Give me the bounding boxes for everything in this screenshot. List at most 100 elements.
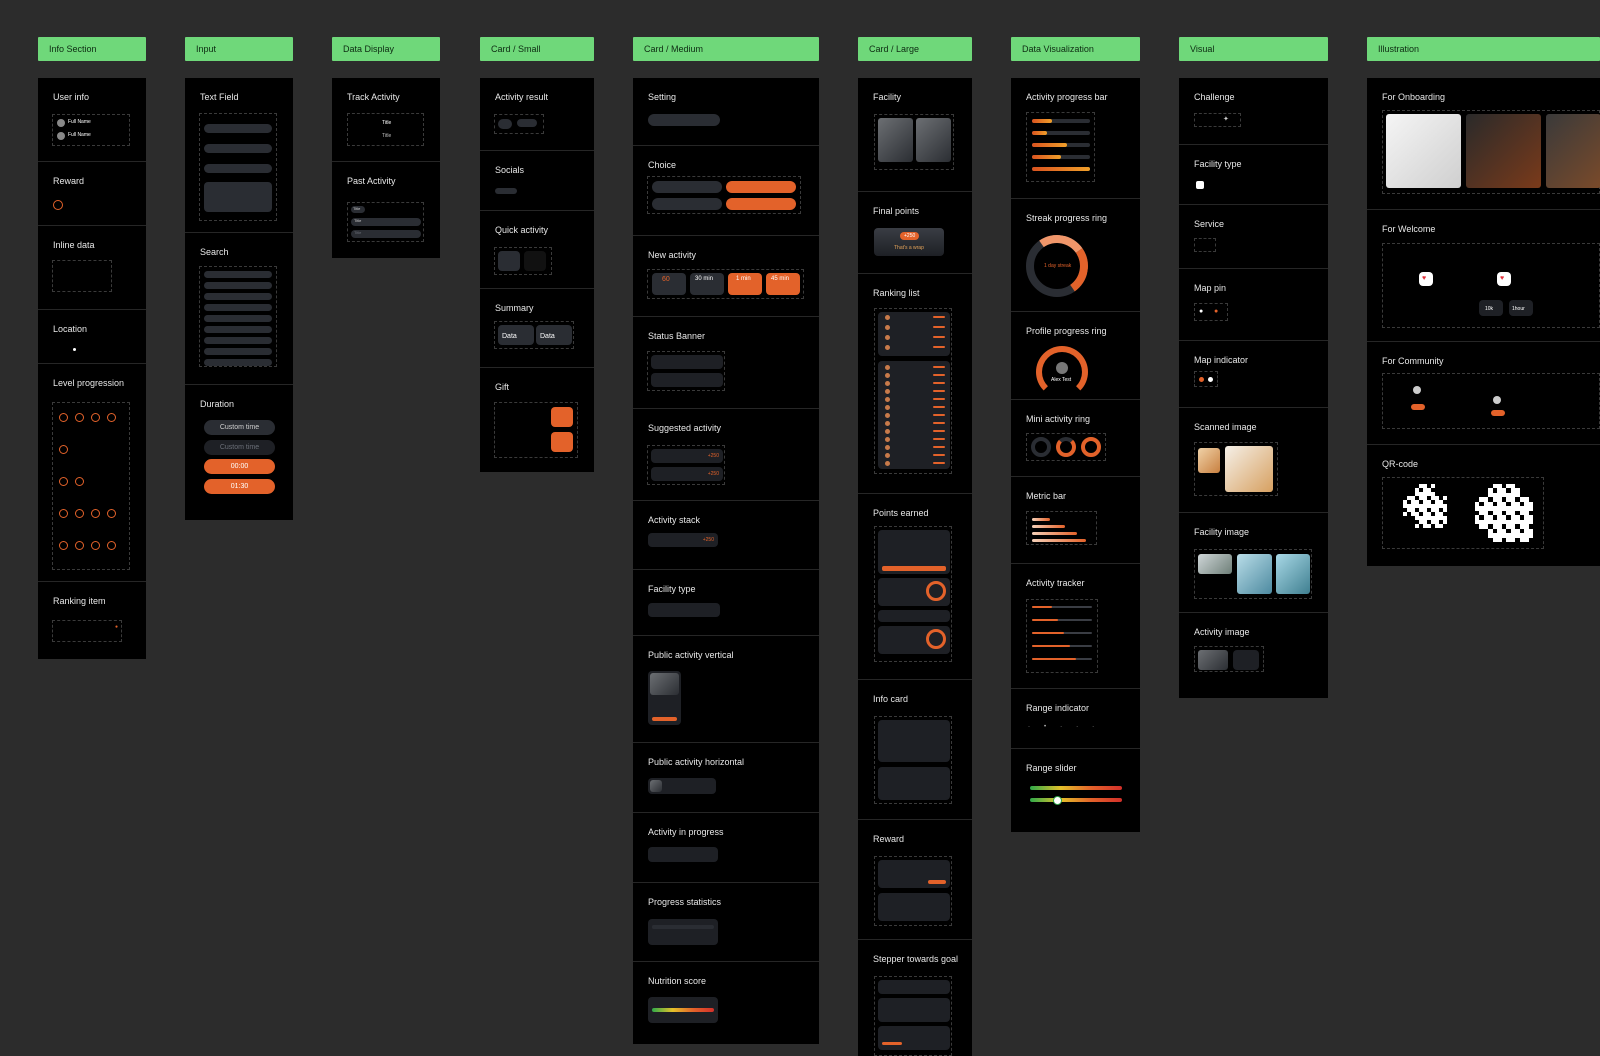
column-header-illustration[interactable]: Illustration — [1367, 37, 1600, 61]
column-header-card-medium[interactable]: Card / Medium — [633, 37, 819, 61]
time-button[interactable]: 00:00 — [204, 459, 275, 474]
gift-tile[interactable] — [551, 432, 573, 452]
facility-image-section: Facility image — [1179, 513, 1328, 613]
result-chip — [517, 119, 537, 127]
ranking-points — [933, 446, 945, 448]
orange-button[interactable] — [882, 566, 946, 571]
choice-option-selected[interactable] — [726, 198, 796, 210]
level-badge-icon — [59, 509, 68, 518]
ranking-points — [933, 374, 945, 376]
ranking-avatar — [885, 381, 890, 386]
public-vertical-card[interactable] — [648, 671, 681, 725]
qr-module — [1519, 501, 1525, 507]
search-field[interactable] — [204, 271, 272, 278]
past-activity-item[interactable]: Title — [351, 218, 421, 226]
ranking-points — [933, 454, 945, 456]
stepper-card — [878, 1026, 950, 1050]
range-slider-track[interactable] — [1030, 786, 1122, 790]
new-activity-tile[interactable]: 45 min — [766, 273, 800, 295]
facility-type-card[interactable] — [648, 603, 720, 617]
level-progression-section: Level progression — [38, 364, 146, 582]
search-field[interactable] — [204, 282, 272, 289]
quick-activity-tile[interactable] — [498, 251, 520, 271]
status-banner-section: Status Banner — [633, 317, 819, 409]
custom-time-button[interactable]: Custom time — [204, 420, 275, 435]
section-title: Progress statistics — [648, 897, 722, 907]
ranking-avatar — [885, 453, 890, 458]
range-slider-handle[interactable] — [1053, 796, 1062, 805]
ranking-points — [933, 406, 945, 408]
ranking-avatar — [885, 389, 890, 394]
text-area[interactable] — [204, 182, 272, 212]
public-horizontal-card[interactable] — [648, 778, 716, 794]
range-slider-track[interactable] — [1030, 798, 1122, 802]
range-indicator-dots: ·•··· — [1028, 724, 1109, 730]
map-indicator-dot — [1208, 377, 1213, 382]
metric-bar-frame — [1026, 511, 1097, 545]
column-header-input[interactable]: Input — [185, 37, 293, 61]
mini-ring — [1031, 437, 1051, 457]
section-title: Track Activity — [347, 92, 400, 102]
final-points-badge: +250 — [900, 232, 920, 240]
past-activity-item[interactable]: Title — [351, 230, 421, 238]
social-chip[interactable] — [495, 188, 517, 194]
column-header-card-large[interactable]: Card / Large — [858, 37, 972, 61]
search-field[interactable] — [204, 293, 272, 300]
search-field[interactable] — [204, 315, 272, 322]
gift-tile[interactable] — [551, 407, 573, 427]
choice-option[interactable] — [652, 198, 722, 210]
activity-tracker-frame — [1026, 599, 1098, 673]
past-activity-item[interactable]: Title — [351, 206, 365, 213]
section-title: Past Activity — [347, 176, 396, 186]
result-chip — [498, 119, 512, 129]
join-button[interactable] — [652, 717, 677, 721]
tile-value: 1 min — [736, 276, 751, 282]
setting-field[interactable] — [648, 114, 720, 126]
search-field[interactable] — [204, 304, 272, 311]
location-section: Location — [38, 310, 146, 364]
new-activity-tile[interactable]: 60 — [652, 273, 686, 295]
choice-option-selected[interactable] — [726, 181, 796, 193]
search-field[interactable] — [204, 359, 272, 366]
time-button[interactable]: 01:30 — [204, 479, 275, 494]
section-title: Inline data — [53, 240, 95, 250]
ranking-list-section: Ranking list — [858, 274, 972, 494]
in-progress-card[interactable] — [648, 847, 718, 862]
activity-image-frame — [1194, 646, 1264, 672]
column-header-visual[interactable]: Visual — [1179, 37, 1328, 61]
heart-card: ♥ — [1419, 272, 1433, 286]
qr-module — [1488, 537, 1493, 542]
range-slider-section: Range slider — [1011, 749, 1140, 832]
tile-value: 30 min — [695, 276, 714, 282]
community-section: For Community — [1367, 342, 1600, 445]
column-header-info-section[interactable]: Info Section — [38, 37, 146, 61]
choice-option[interactable] — [652, 181, 722, 193]
activity-photo — [650, 673, 679, 695]
suggested-card[interactable]: +250 — [651, 449, 723, 463]
text-field[interactable] — [204, 164, 272, 173]
column-header-data-visualization[interactable]: Data Visualization — [1011, 37, 1140, 61]
activity-stack-card[interactable]: +250 — [648, 533, 718, 547]
onboarding-illustration — [1386, 114, 1461, 188]
column-header-card-small[interactable]: Card / Small — [480, 37, 594, 61]
progress-statistics-section: Progress statistics — [633, 883, 819, 962]
map-pin-icon: ● — [1199, 308, 1204, 315]
qr-module — [1411, 524, 1415, 528]
search-field[interactable] — [204, 348, 272, 355]
quick-activity-tile[interactable] — [524, 251, 546, 271]
text-field[interactable] — [204, 124, 272, 133]
new-activity-tile[interactable]: 1 min — [728, 273, 762, 295]
summary-frame: Data Data — [494, 321, 574, 349]
qr-module — [1479, 501, 1484, 507]
ranking-avatar — [885, 315, 890, 320]
text-field[interactable] — [204, 144, 272, 153]
visual-column: Challenge ✦ Facility type Service Map pi… — [1179, 78, 1328, 698]
suggested-card[interactable]: +250 — [651, 467, 723, 481]
column-header-data-display[interactable]: Data Display — [332, 37, 440, 61]
section-title: Facility type — [648, 584, 696, 594]
search-field[interactable] — [204, 337, 272, 344]
search-field[interactable] — [204, 326, 272, 333]
facility-photo — [1237, 554, 1272, 594]
new-activity-tile[interactable]: 30 min — [690, 273, 724, 295]
custom-time-button-disabled[interactable]: Custom time — [204, 440, 275, 455]
